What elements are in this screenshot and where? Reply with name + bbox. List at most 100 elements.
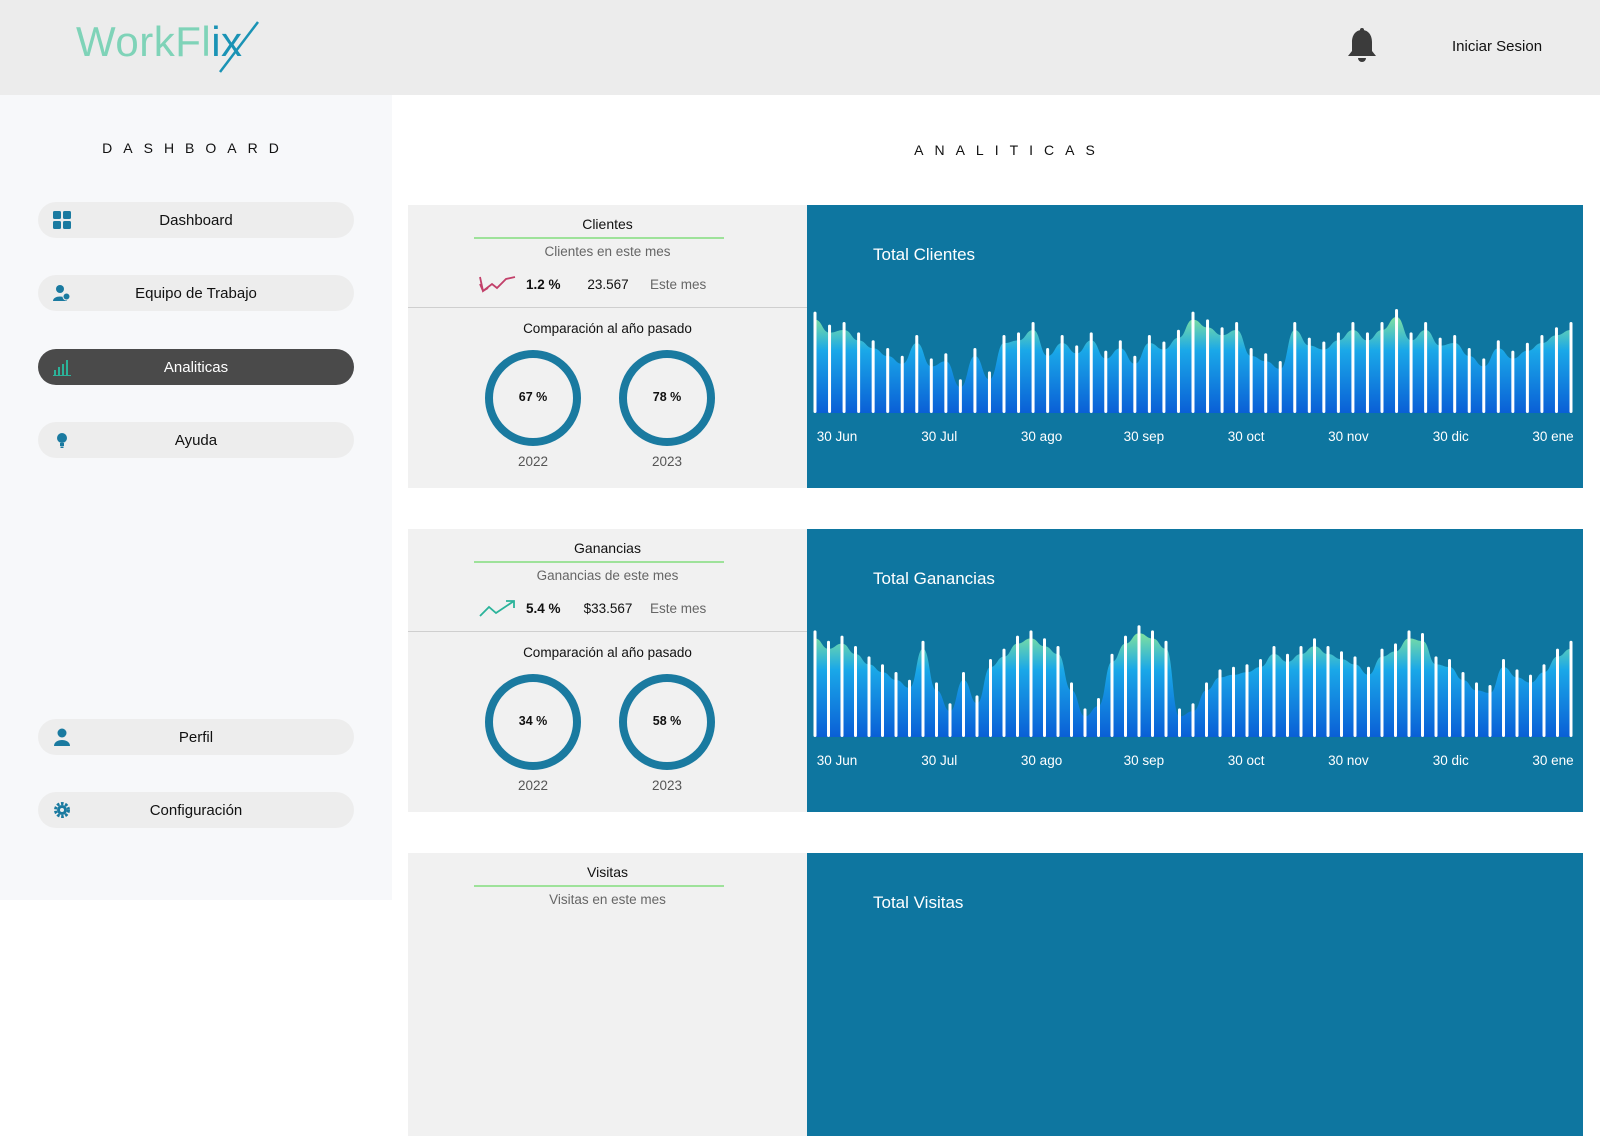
chart-bar: [1380, 322, 1384, 413]
chart-bar: [1124, 635, 1127, 737]
chart-bar: [871, 340, 875, 413]
chart-bar: [1395, 309, 1399, 413]
chart-bar: [886, 348, 890, 413]
chart-bar: [1448, 659, 1451, 737]
logo-slash-mark: [219, 21, 259, 73]
chart-bar: [1475, 682, 1478, 737]
chart-bar: [1220, 327, 1224, 413]
chart-bar: [975, 695, 979, 737]
chart-bar: [1542, 664, 1546, 737]
chart-title: Total Visitas: [873, 893, 964, 912]
chart-bar: [1556, 648, 1559, 737]
chart-bar: [1002, 335, 1006, 413]
chart-bar: [1351, 322, 1355, 413]
chart-bar: [1424, 322, 1428, 413]
chart-bar: [908, 679, 911, 737]
chart-bar: [1070, 682, 1073, 737]
sidebar-item-label: Perfil: [178, 729, 214, 746]
chart-bar: [1206, 319, 1210, 413]
chart-bar: [915, 335, 919, 413]
card-subtitle: Ganancias de este mes: [536, 568, 679, 583]
ring-year: 2023: [651, 454, 683, 469]
clients-stats-panel: Clientes Clientes en este mes 1.2 % 23.5…: [408, 205, 807, 488]
x-tick-label: 30 Jul: [921, 429, 958, 444]
sidebar-item-dashboard[interactable]: Dashboard: [38, 202, 354, 238]
chart-bar: [1259, 659, 1262, 737]
chart-bar: [1089, 332, 1093, 413]
sidebar-item-label: Equipo de Trabajo: [135, 285, 257, 302]
chart-bar: [1278, 361, 1282, 413]
login-link[interactable]: Iniciar Sesion: [1452, 38, 1542, 55]
earnings-stats-panel: Ganancias Ganancias de este mes 5.4 % $3…: [408, 529, 807, 812]
chart-bar: [1293, 322, 1297, 413]
chart-bar: [813, 630, 817, 737]
chart-bar: [1031, 322, 1035, 413]
ring-year: 2022: [517, 778, 549, 793]
sidebar-item-team[interactable]: Equipo de Trabajo: [38, 275, 354, 311]
chart-bar: [1235, 322, 1239, 413]
x-tick-label: 30 ene: [1532, 429, 1574, 444]
title-underline: [474, 885, 724, 887]
x-tick-label: 30 ago: [1020, 753, 1063, 768]
chart-bar: [1118, 340, 1122, 413]
chart-bar: [1502, 659, 1505, 737]
chart-bar: [828, 324, 832, 413]
x-tick-label: 30 sep: [1123, 429, 1165, 444]
chart-bar: [840, 635, 844, 737]
chart-bar: [1540, 335, 1544, 413]
chart-bar: [881, 664, 884, 737]
chart-bar: [1162, 341, 1166, 413]
chart-bar: [1461, 672, 1465, 737]
chart-bar: [1245, 664, 1249, 737]
chart-bar: [1529, 674, 1532, 737]
chart-bar: [1367, 666, 1370, 737]
chart-bar: [1365, 332, 1369, 413]
x-tick-label: 30 dic: [1432, 753, 1469, 768]
sidebar-item-help[interactable]: Ayuda: [38, 422, 354, 458]
chart-bar: [1336, 332, 1340, 413]
chart-bar: [1511, 350, 1515, 413]
chart-bar: [1104, 350, 1108, 413]
chart-bar: [1525, 342, 1529, 413]
page-title: ANALITICAS: [914, 142, 1106, 158]
chart-bar: [989, 659, 992, 737]
chart-bar: [1176, 329, 1180, 413]
metric-value: $33.567: [583, 601, 633, 616]
sidebar-item-label: Dashboard: [159, 212, 233, 229]
earnings-chart: Total Ganancias 30 Jun 30 Jul 30 ago 30 sep…: [807, 529, 1583, 812]
chart-bar: [867, 656, 871, 737]
chart-bar: [1496, 340, 1500, 413]
chart-bar: [929, 358, 933, 413]
chart-bar: [842, 322, 846, 413]
chart-bar: [857, 332, 861, 413]
chart-bar: [1043, 638, 1046, 737]
chart-bar: [1340, 651, 1343, 737]
sidebar-item-settings[interactable]: Configuración: [38, 792, 354, 828]
chart-bar: [1299, 646, 1303, 737]
chart-bar: [987, 371, 991, 413]
card-title: Visitas: [587, 864, 628, 880]
x-tick-label: 30 Jun: [816, 753, 858, 768]
chart-bar: [1178, 708, 1181, 737]
chart-bar: [935, 682, 938, 737]
chart-bar: [827, 640, 830, 737]
sidebar-item-profile[interactable]: Perfil: [38, 719, 354, 755]
ring-value: 78 %: [652, 390, 682, 404]
chart-bar: [1434, 656, 1438, 737]
progress-ring-2022: 34 %: [485, 674, 581, 770]
x-tick-label: 30 nov: [1328, 753, 1369, 768]
chart-bar: [1272, 646, 1276, 737]
visits-stats-panel: Visitas Visitas en este mes: [408, 853, 807, 1136]
x-tick-label: 30 dic: [1432, 429, 1469, 444]
chart-bar: [973, 348, 977, 413]
chart-bar: [1164, 640, 1168, 737]
progress-ring-2022: 67 %: [485, 350, 581, 446]
chart-bar: [1438, 337, 1442, 413]
bell-icon[interactable]: [1346, 28, 1378, 64]
sidebar-item-analytics[interactable]: Analiticas: [38, 349, 354, 385]
chart-bar: [944, 353, 948, 413]
card-title: Ganancias: [574, 540, 641, 556]
period-label: Este mes: [650, 277, 707, 292]
change-percent: 1.2 %: [526, 277, 561, 292]
chart-bar: [1569, 640, 1573, 737]
